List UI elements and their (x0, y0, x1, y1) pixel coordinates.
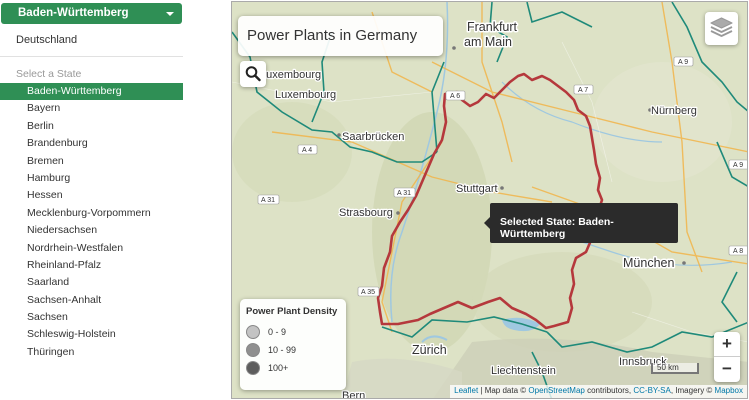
state-list: Baden-Württemberg Bayern Berlin Brandenb… (0, 83, 183, 361)
attribution-text: | Map data © (478, 386, 529, 395)
state-item-berlin[interactable]: Berlin (0, 118, 183, 135)
place-strasbourg: Strasbourg (339, 207, 393, 219)
state-dropdown[interactable]: Baden-Württemberg (1, 3, 182, 24)
search-button[interactable] (240, 61, 266, 87)
layers-button[interactable] (705, 12, 738, 45)
place-munchen: München (623, 256, 674, 270)
state-item-schleswig-holstein[interactable]: Schleswig-Holstein (0, 326, 183, 343)
osm-link[interactable]: OpenStreetMap (528, 386, 584, 395)
state-dropdown-label: Baden-Württemberg (18, 7, 129, 19)
state-item-brandenburg[interactable]: Brandenburg (0, 135, 183, 152)
svg-text:A 31: A 31 (397, 190, 411, 197)
state-item-niedersachsen[interactable]: Niedersachsen (0, 222, 183, 239)
legend-item: 10 - 99 (246, 341, 346, 359)
legend-item: 100+ (246, 359, 346, 377)
state-item-bayern[interactable]: Bayern (0, 100, 183, 117)
attribution-text: , Imagery © (670, 386, 715, 395)
license-link[interactable]: CC-BY-SA (633, 386, 671, 395)
state-tooltip: Selected State: Baden-Württemberg (484, 203, 678, 243)
state-item-hamburg[interactable]: Hamburg (0, 170, 183, 187)
nav-country-link[interactable]: Deutschland (16, 34, 77, 46)
legend-title: Power Plant Density (246, 306, 338, 317)
state-item-baden-wurttemberg[interactable]: Baden-Württemberg (0, 83, 183, 101)
legend-label: 10 - 99 (268, 345, 297, 355)
place-zurich: Zürich (412, 343, 447, 357)
svg-text:A 8: A 8 (733, 248, 743, 255)
zoom-in-button[interactable]: + (714, 332, 740, 357)
state-item-thuringen[interactable]: Thüringen (0, 344, 183, 361)
legend-item: 0 - 9 (246, 323, 346, 341)
svg-text:A 9: A 9 (678, 59, 688, 66)
svg-text:A 9: A 9 (733, 162, 743, 169)
place-frankfurt: Frankfurt (467, 20, 518, 34)
svg-text:A 6: A 6 (450, 93, 460, 100)
place-liechtenstein: Liechtenstein (491, 365, 556, 377)
place-saarbrucken: Saarbrücken (342, 131, 404, 143)
map-title: Power Plants in Germany (238, 16, 443, 56)
scale-bar: 50 km (651, 363, 699, 374)
svg-text:A 4: A 4 (302, 147, 312, 154)
search-icon (245, 66, 261, 82)
place-nurnberg: Nürnberg (651, 105, 697, 117)
state-item-sachsen[interactable]: Sachsen (0, 309, 183, 326)
state-item-saarland[interactable]: Saarland (0, 274, 183, 291)
leaflet-link[interactable]: Leaflet (454, 386, 478, 395)
zoom-out-button[interactable]: − (714, 357, 740, 382)
legend-label: 100+ (268, 363, 289, 373)
legend-swatch (246, 343, 260, 357)
state-item-hessen[interactable]: Hessen (0, 187, 183, 204)
place-luxembourg: Luxembourg (275, 89, 336, 101)
legend-swatch (246, 325, 260, 339)
sidebar: Baden-Württemberg Deutschland Select a S… (0, 0, 183, 400)
legend-swatch (246, 361, 260, 375)
state-item-nordrhein-westfalen[interactable]: Nordrhein-Westfalen (0, 240, 183, 257)
place-luxembourg-top: Luxembourg (260, 69, 321, 81)
zoom-control: + − (714, 332, 740, 382)
state-item-rheinland-pfalz[interactable]: Rheinland-Pfalz (0, 257, 183, 274)
legend: Power Plant Density 0 - 9 10 - 99 100+ (240, 299, 346, 390)
state-list-header: Select a State (16, 68, 82, 80)
place-stuttgart: Stuttgart (456, 183, 498, 195)
divider (0, 56, 183, 57)
state-item-mecklenburg-vorpommern[interactable]: Mecklenburg-Vorpommern (0, 205, 183, 222)
layers-icon (710, 17, 733, 37)
state-item-sachsen-anhalt[interactable]: Sachsen-Anhalt (0, 292, 183, 309)
mapbox-link[interactable]: Mapbox (715, 386, 743, 395)
legend-label: 0 - 9 (268, 327, 287, 337)
attribution-text: contributors, (584, 386, 634, 395)
svg-text:A 7: A 7 (578, 87, 588, 94)
state-item-bremen[interactable]: Bremen (0, 153, 183, 170)
place-bern: Bern (342, 390, 365, 399)
map-view[interactable]: A 9 A 6 A 7 A 4 A 31 A 31 A 35 A 9 A 8 L… (231, 1, 748, 399)
place-frankfurt-am-main: am Main (464, 35, 512, 49)
svg-text:A 35: A 35 (361, 289, 375, 296)
svg-text:A 31: A 31 (261, 197, 275, 204)
attribution: Leaflet | Map data © OpenStreetMap contr… (450, 385, 747, 398)
caret-down-icon (166, 12, 174, 16)
